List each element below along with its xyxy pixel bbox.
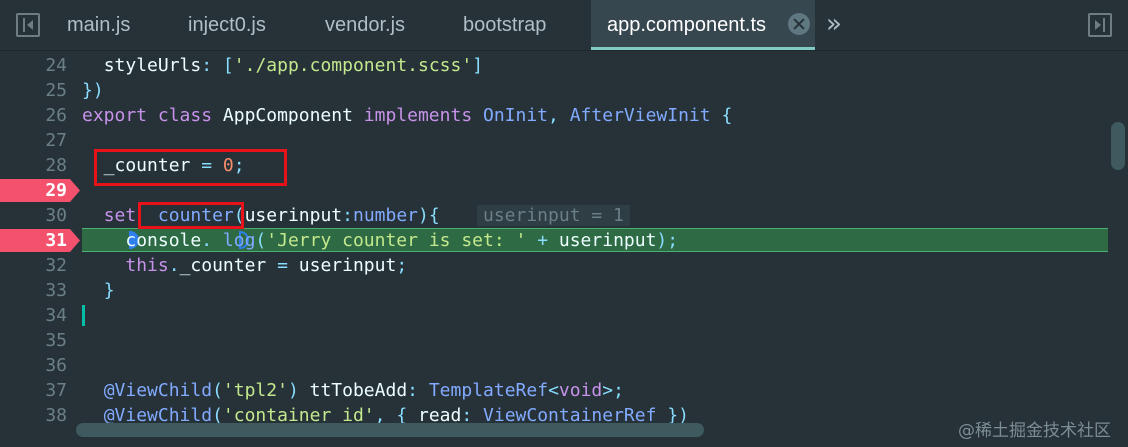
code-text: styleUrls: ['./app.component.scss'] — [103, 55, 484, 76]
code-text: } — [103, 280, 115, 301]
line-number[interactable]: 30 — [0, 203, 67, 228]
code-line: 35 — [0, 328, 1110, 353]
annotation-box-counter-field — [94, 149, 287, 186]
line-number[interactable]: 28 — [0, 153, 67, 178]
inline-debug-value: userinput = 1 — [477, 205, 630, 226]
code-line: 25 }) — [0, 78, 1110, 103]
code-text: export class AppComponent implements OnI… — [82, 105, 733, 126]
tab-app-component-ts[interactable]: app.component.ts — [591, 0, 815, 50]
code-text: set counter(userinput:number){ — [103, 205, 440, 226]
code-line-current: 31 console. log('Jerry counter is set: '… — [0, 228, 1110, 253]
code-text: console. log('Jerry counter is set: ' + … — [125, 230, 679, 251]
line-number[interactable]: 29 — [0, 178, 67, 203]
line-number[interactable]: 32 — [0, 253, 67, 278]
code-line: 32 this._counter = userinput; — [0, 253, 1110, 278]
panel-left-icon[interactable] — [16, 13, 40, 37]
line-number[interactable]: 37 — [0, 378, 67, 403]
line-number[interactable]: 38 — [0, 403, 67, 428]
vertical-scrollbar[interactable] — [1111, 122, 1125, 170]
code-line: 26 export class AppComponent implements … — [0, 103, 1110, 128]
tab-inject0-js[interactable]: inject0.js — [188, 0, 266, 50]
code-text: this._counter = userinput; — [125, 255, 408, 276]
code-line: 36 — [0, 353, 1110, 378]
line-number[interactable]: 36 — [0, 353, 67, 378]
chevrons-right-icon[interactable]: » — [826, 0, 842, 50]
tab-vendor-js[interactable]: vendor.js — [325, 0, 405, 50]
code-line: 24 styleUrls: ['./app.component.scss'] — [0, 53, 1110, 78]
line-number[interactable]: 26 — [0, 103, 67, 128]
code-text: @ViewChild('tpl2') ttTobeAdd: TemplateRe… — [103, 380, 624, 401]
line-number[interactable]: 33 — [0, 278, 67, 303]
line-number[interactable]: 34 — [0, 303, 67, 328]
panel-right-icon[interactable] — [1088, 13, 1112, 37]
close-icon[interactable] — [788, 13, 810, 35]
code-line: 37 @ViewChild('tpl2') ttTobeAdd: Templat… — [0, 378, 1110, 403]
watermark: @稀土掘金技术社区 — [958, 421, 1111, 441]
tab-main-js[interactable]: main.js — [67, 0, 130, 50]
line-number[interactable]: 24 — [0, 53, 67, 78]
line-number[interactable]: 31 — [0, 228, 67, 253]
line-number[interactable]: 25 — [0, 78, 67, 103]
annotation-box-counter-setter — [138, 202, 244, 229]
code-line: 34 — [0, 303, 1110, 328]
text-cursor — [82, 305, 85, 326]
code-line: 33 } — [0, 278, 1110, 303]
horizontal-scrollbar[interactable] — [76, 423, 704, 437]
tab-label: app.component.ts — [607, 14, 766, 36]
code-text: }) — [82, 80, 104, 101]
tab-bootstrap[interactable]: bootstrap — [463, 0, 546, 50]
line-number[interactable]: 35 — [0, 328, 67, 353]
tab-bar: main.js inject0.js vendor.js bootstrap a… — [0, 0, 1128, 51]
code-editor[interactable]: 24 styleUrls: ['./app.component.scss'] 2… — [0, 51, 1128, 447]
line-number[interactable]: 27 — [0, 128, 67, 153]
